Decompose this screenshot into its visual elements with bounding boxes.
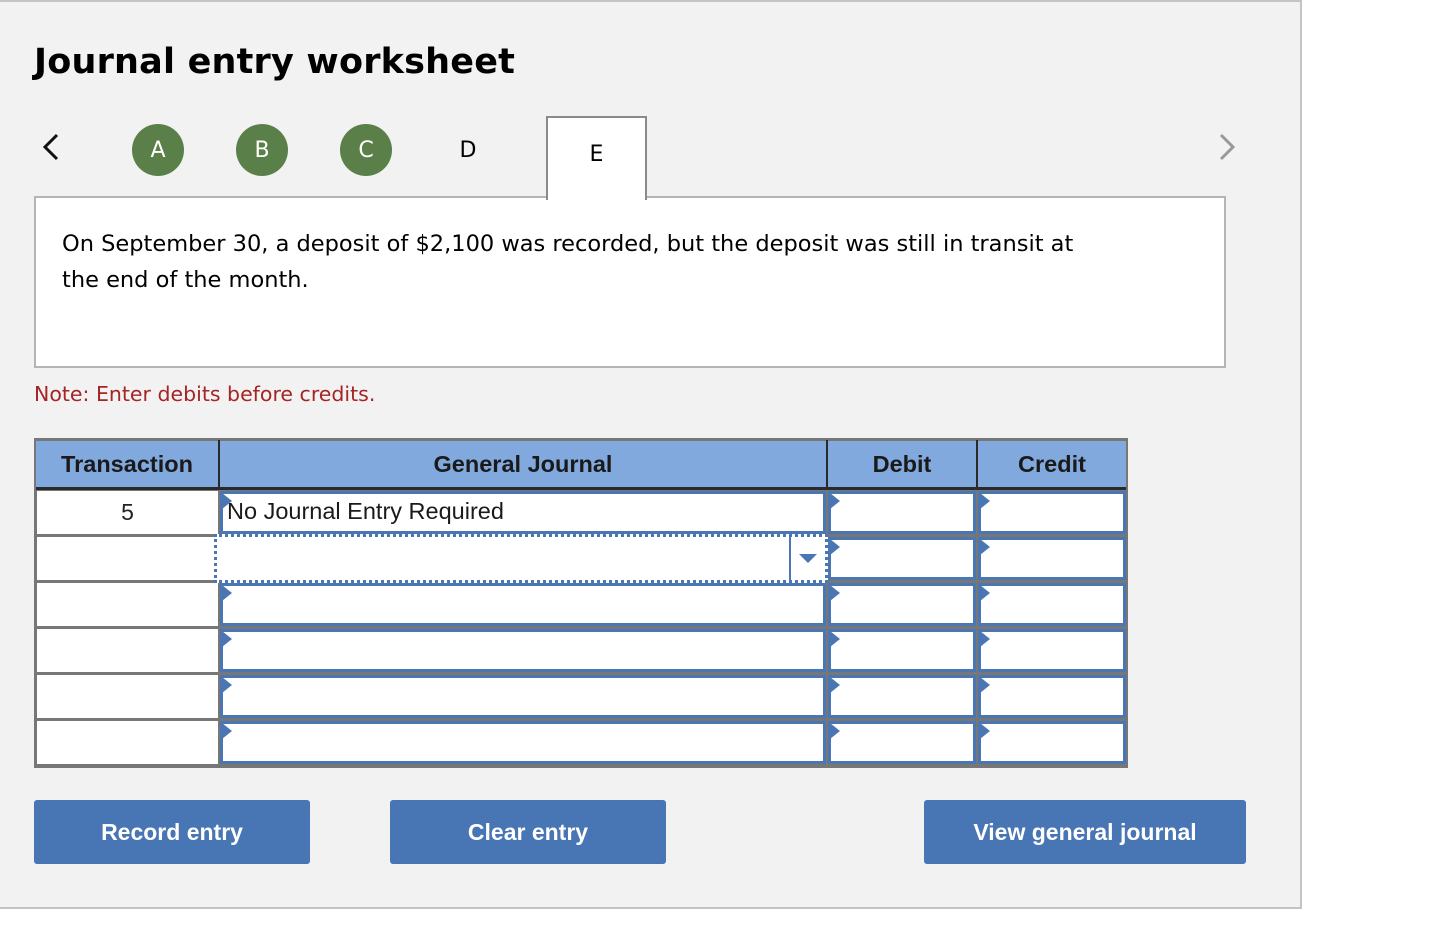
dropdown-button[interactable] <box>789 537 825 580</box>
credit-input[interactable] <box>978 629 1126 672</box>
cell-marker-icon <box>830 493 840 509</box>
tab-label: A <box>150 137 166 163</box>
transaction-cell <box>37 583 218 626</box>
header-divider <box>36 487 1126 490</box>
tab-label: D <box>459 137 477 163</box>
next-button[interactable] <box>1214 129 1240 165</box>
account-cell[interactable] <box>220 629 826 672</box>
cell-marker-icon <box>980 493 990 509</box>
view-general-journal-button[interactable]: View general journal <box>924 800 1246 864</box>
cell-marker-icon <box>980 539 990 555</box>
header-general-journal: General Journal <box>220 441 826 487</box>
debit-input[interactable] <box>828 675 976 718</box>
transaction-cell <box>37 675 218 718</box>
cell-marker-icon <box>222 723 232 739</box>
journal-table: Transaction General Journal Debit Credit… <box>34 438 1128 768</box>
credit-input[interactable] <box>978 537 1126 580</box>
cell-marker-icon <box>222 631 232 647</box>
page-title: Journal entry worksheet <box>34 42 516 82</box>
header-debit: Debit <box>828 441 976 487</box>
debit-input[interactable] <box>828 491 976 534</box>
clear-entry-button[interactable]: Clear entry <box>390 800 666 864</box>
tab-b[interactable]: B <box>236 124 288 176</box>
credit-input[interactable] <box>978 491 1126 534</box>
chevron-right-icon <box>1219 133 1236 161</box>
account-cell[interactable] <box>220 675 826 718</box>
credit-input[interactable] <box>978 675 1126 718</box>
credit-input[interactable] <box>978 721 1126 764</box>
caret-down-icon <box>799 554 817 563</box>
tab-d[interactable]: D <box>448 130 488 170</box>
tab-a[interactable]: A <box>132 124 184 176</box>
debit-input[interactable] <box>828 721 976 764</box>
note-text: Note: Enter debits before credits. <box>34 382 376 406</box>
cell-marker-icon <box>830 631 840 647</box>
prev-button[interactable] <box>38 129 64 165</box>
tab-label: B <box>254 137 270 163</box>
tab-label: C <box>358 137 374 163</box>
chevron-left-icon <box>42 133 59 161</box>
transaction-cell: 5 <box>37 491 218 534</box>
debit-input[interactable] <box>828 583 976 626</box>
cell-marker-icon <box>980 631 990 647</box>
cell-marker-icon <box>830 723 840 739</box>
tab-c[interactable]: C <box>340 124 392 176</box>
debit-input[interactable] <box>828 629 976 672</box>
cell-marker-icon <box>830 539 840 555</box>
transaction-cell <box>37 721 218 764</box>
cell-marker-icon <box>222 585 232 601</box>
account-cell[interactable]: No Journal Entry Required <box>220 491 826 534</box>
cell-marker-icon <box>830 585 840 601</box>
header-credit: Credit <box>978 441 1126 487</box>
cell-marker-icon <box>980 585 990 601</box>
transaction-cell <box>37 629 218 672</box>
account-cell[interactable] <box>220 721 826 764</box>
cell-marker-icon <box>980 677 990 693</box>
description-text: On September 30, a deposit of $2,100 was… <box>62 231 1074 293</box>
cell-marker-icon <box>222 677 232 693</box>
transaction-description: On September 30, a deposit of $2,100 was… <box>34 196 1226 368</box>
account-select[interactable] <box>214 534 828 583</box>
tab-label: E <box>589 141 604 167</box>
credit-input[interactable] <box>978 583 1126 626</box>
debit-input[interactable] <box>828 537 976 580</box>
record-entry-button[interactable]: Record entry <box>34 800 310 864</box>
account-value: No Journal Entry Required <box>227 498 504 524</box>
cell-marker-icon <box>980 723 990 739</box>
transaction-cell <box>37 537 218 580</box>
cell-marker-icon <box>830 677 840 693</box>
account-cell[interactable] <box>220 583 826 626</box>
worksheet-panel: Journal entry worksheet A B C D E On Sep… <box>0 0 1302 909</box>
header-transaction: Transaction <box>36 441 218 487</box>
tab-e[interactable]: E <box>546 116 647 200</box>
